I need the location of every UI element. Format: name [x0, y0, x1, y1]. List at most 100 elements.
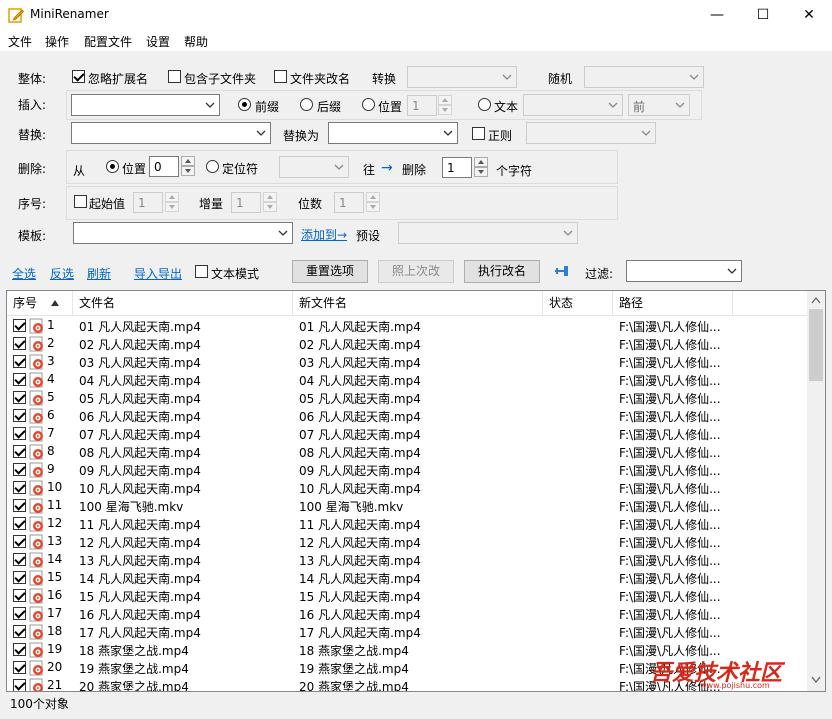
insert-direction-combo[interactable]: 前 [628, 94, 690, 116]
column-header-status[interactable]: 状态 [543, 291, 613, 316]
column-header-path[interactable]: 路径 [613, 291, 733, 316]
regex-checkbox[interactable] [472, 127, 485, 140]
menu-profile[interactable]: 配置文件 [84, 33, 132, 50]
text-mode-checkbox[interactable] [195, 265, 208, 278]
select-all-link[interactable]: 全选 [12, 265, 36, 282]
row-checkbox[interactable] [13, 319, 26, 332]
table-row[interactable]: 10 10 凡人风起天南.mp4 10 凡人风起天南.mp4 F:\国漫\凡人修仙..… [7, 479, 807, 497]
replace-with-combo[interactable] [328, 122, 458, 144]
execute-rename-button[interactable]: 执行改名 [464, 260, 540, 283]
table-row[interactable]: 8 08 凡人风起天南.mp4 08 凡人风起天南.mp4 F:\国漫\凡人修仙... [7, 443, 807, 461]
row-checkbox[interactable] [13, 553, 26, 566]
row-checkbox[interactable] [13, 463, 26, 476]
direction-arrow-link[interactable]: → [381, 160, 393, 176]
table-row[interactable]: 4 04 凡人风起天南.mp4 04 凡人风起天南.mp4 F:\国漫\凡人修仙... [7, 371, 807, 389]
refresh-link[interactable]: 刷新 [87, 265, 111, 282]
menu-file[interactable]: 文件 [8, 33, 32, 50]
row-checkbox[interactable] [13, 373, 26, 386]
column-header-newname[interactable]: 新文件名 [293, 291, 543, 316]
table-row[interactable]: 7 07 凡人风起天南.mp4 07 凡人风起天南.mp4 F:\国漫\凡人修仙... [7, 425, 807, 443]
row-checkbox[interactable] [13, 535, 26, 548]
column-header-index[interactable]: 序号 [7, 291, 73, 316]
row-checkbox[interactable] [13, 625, 26, 638]
row-checkbox[interactable] [13, 643, 26, 656]
ignore-ext-checkbox[interactable] [72, 70, 85, 83]
rename-folder-checkbox[interactable] [274, 70, 287, 83]
row-checkbox[interactable] [13, 445, 26, 458]
digits-input[interactable]: 1 [334, 192, 364, 213]
table-row[interactable]: 13 12 凡人风起天南.mp4 12 凡人风起天南.mp4 F:\国漫\凡人修仙..… [7, 533, 807, 551]
insert-position-stepper[interactable] [438, 95, 452, 116]
delete-position-input[interactable]: 0 [149, 156, 179, 177]
menu-operation[interactable]: 操作 [45, 33, 69, 50]
insert-position-input[interactable]: 1 [407, 95, 437, 116]
increment-input[interactable]: 1 [231, 192, 261, 213]
row-checkbox[interactable] [13, 571, 26, 584]
minimize-button[interactable]: — [694, 0, 740, 30]
delete-count-stepper[interactable] [474, 157, 488, 178]
close-button[interactable]: ✕ [786, 0, 832, 30]
row-checkbox[interactable] [13, 517, 26, 530]
row-checkbox[interactable] [13, 607, 26, 620]
digits-stepper[interactable] [366, 192, 380, 213]
row-checkbox[interactable] [13, 427, 26, 440]
table-row[interactable]: 2 02 凡人风起天南.mp4 02 凡人风起天南.mp4 F:\国漫\凡人修仙... [7, 335, 807, 353]
filter-combo[interactable] [626, 260, 742, 282]
table-row[interactable]: 12 11 凡人风起天南.mp4 11 凡人风起天南.mp4 F:\国漫\凡人修仙..… [7, 515, 807, 533]
table-row[interactable]: 9 09 凡人风起天南.mp4 09 凡人风起天南.mp4 F:\国漫\凡人修仙... [7, 461, 807, 479]
locator-radio[interactable] [206, 160, 219, 173]
row-checkbox[interactable] [13, 661, 26, 674]
maximize-button[interactable]: ☐ [740, 0, 786, 30]
vertical-scrollbar[interactable] [807, 291, 825, 691]
regex-combo[interactable] [526, 122, 656, 144]
row-checkbox[interactable] [13, 679, 26, 691]
file-list[interactable]: 序号 文件名 新文件名 状态 路径 1 01 凡人风起天南.mp4 01 凡人风起天… [6, 290, 826, 692]
row-checkbox[interactable] [13, 481, 26, 494]
preset-combo[interactable] [398, 222, 578, 244]
template-combo[interactable] [73, 222, 293, 244]
row-checkbox[interactable] [13, 499, 26, 512]
invert-selection-link[interactable]: 反选 [50, 265, 74, 282]
table-row[interactable]: 5 05 凡人风起天南.mp4 05 凡人风起天南.mp4 F:\国漫\凡人修仙... [7, 389, 807, 407]
delete-count-input[interactable]: 1 [442, 157, 472, 178]
start-value-stepper[interactable] [165, 192, 179, 213]
table-row[interactable]: 6 06 凡人风起天南.mp4 06 凡人风起天南.mp4 F:\国漫\凡人修仙... [7, 407, 807, 425]
replace-find-combo[interactable] [71, 122, 271, 144]
table-row[interactable]: 17 16 凡人风起天南.mp4 16 凡人风起天南.mp4 F:\国漫\凡人修仙..… [7, 605, 807, 623]
row-checkbox[interactable] [13, 391, 26, 404]
scroll-thumb[interactable] [809, 309, 823, 381]
include-sub-checkbox[interactable] [168, 70, 181, 83]
reset-options-button[interactable]: 重置选项 [292, 260, 368, 283]
delete-position-stepper[interactable] [181, 156, 195, 177]
convert-combo[interactable] [407, 66, 517, 88]
table-row[interactable]: 1 01 凡人风起天南.mp4 01 凡人风起天南.mp4 F:\国漫\凡人修仙... [7, 317, 807, 335]
menu-settings[interactable]: 设置 [146, 33, 170, 50]
pin-icon[interactable] [554, 264, 570, 278]
table-row[interactable]: 3 03 凡人风起天南.mp4 03 凡人风起天南.mp4 F:\国漫\凡人修仙... [7, 353, 807, 371]
delete-position-radio[interactable] [106, 160, 119, 173]
prefix-radio[interactable] [238, 98, 251, 111]
table-row[interactable]: 16 15 凡人风起天南.mp4 15 凡人风起天南.mp4 F:\国漫\凡人修仙..… [7, 587, 807, 605]
random-combo[interactable] [584, 66, 704, 88]
row-checkbox[interactable] [13, 409, 26, 422]
suffix-radio[interactable] [300, 98, 313, 111]
insert-text-radio[interactable] [478, 98, 491, 111]
table-row[interactable]: 15 14 凡人风起天南.mp4 14 凡人风起天南.mp4 F:\国漫\凡人修仙..… [7, 569, 807, 587]
insert-text-value-combo[interactable] [523, 94, 623, 116]
import-export-link[interactable]: 导入导出 [134, 265, 182, 282]
column-header-filename[interactable]: 文件名 [73, 291, 293, 316]
insert-position-radio[interactable] [362, 98, 375, 111]
row-checkbox[interactable] [13, 337, 26, 350]
table-row[interactable]: 11 100 星海飞驰.mkv 100 星海飞驰.mkv F:\国漫\凡人修仙... [7, 497, 807, 515]
repeat-last-button[interactable]: 照上次改 [378, 260, 454, 283]
row-checkbox[interactable] [13, 355, 26, 368]
start-value-checkbox[interactable] [74, 195, 87, 208]
table-row[interactable]: 14 13 凡人风起天南.mp4 13 凡人风起天南.mp4 F:\国漫\凡人修仙..… [7, 551, 807, 569]
locator-combo[interactable] [279, 156, 349, 178]
row-checkbox[interactable] [13, 589, 26, 602]
start-value-input[interactable]: 1 [133, 192, 163, 213]
insert-text-combo[interactable] [71, 94, 220, 116]
menu-help[interactable]: 帮助 [184, 33, 208, 50]
scroll-up-icon[interactable] [811, 296, 821, 304]
increment-stepper[interactable] [263, 192, 277, 213]
